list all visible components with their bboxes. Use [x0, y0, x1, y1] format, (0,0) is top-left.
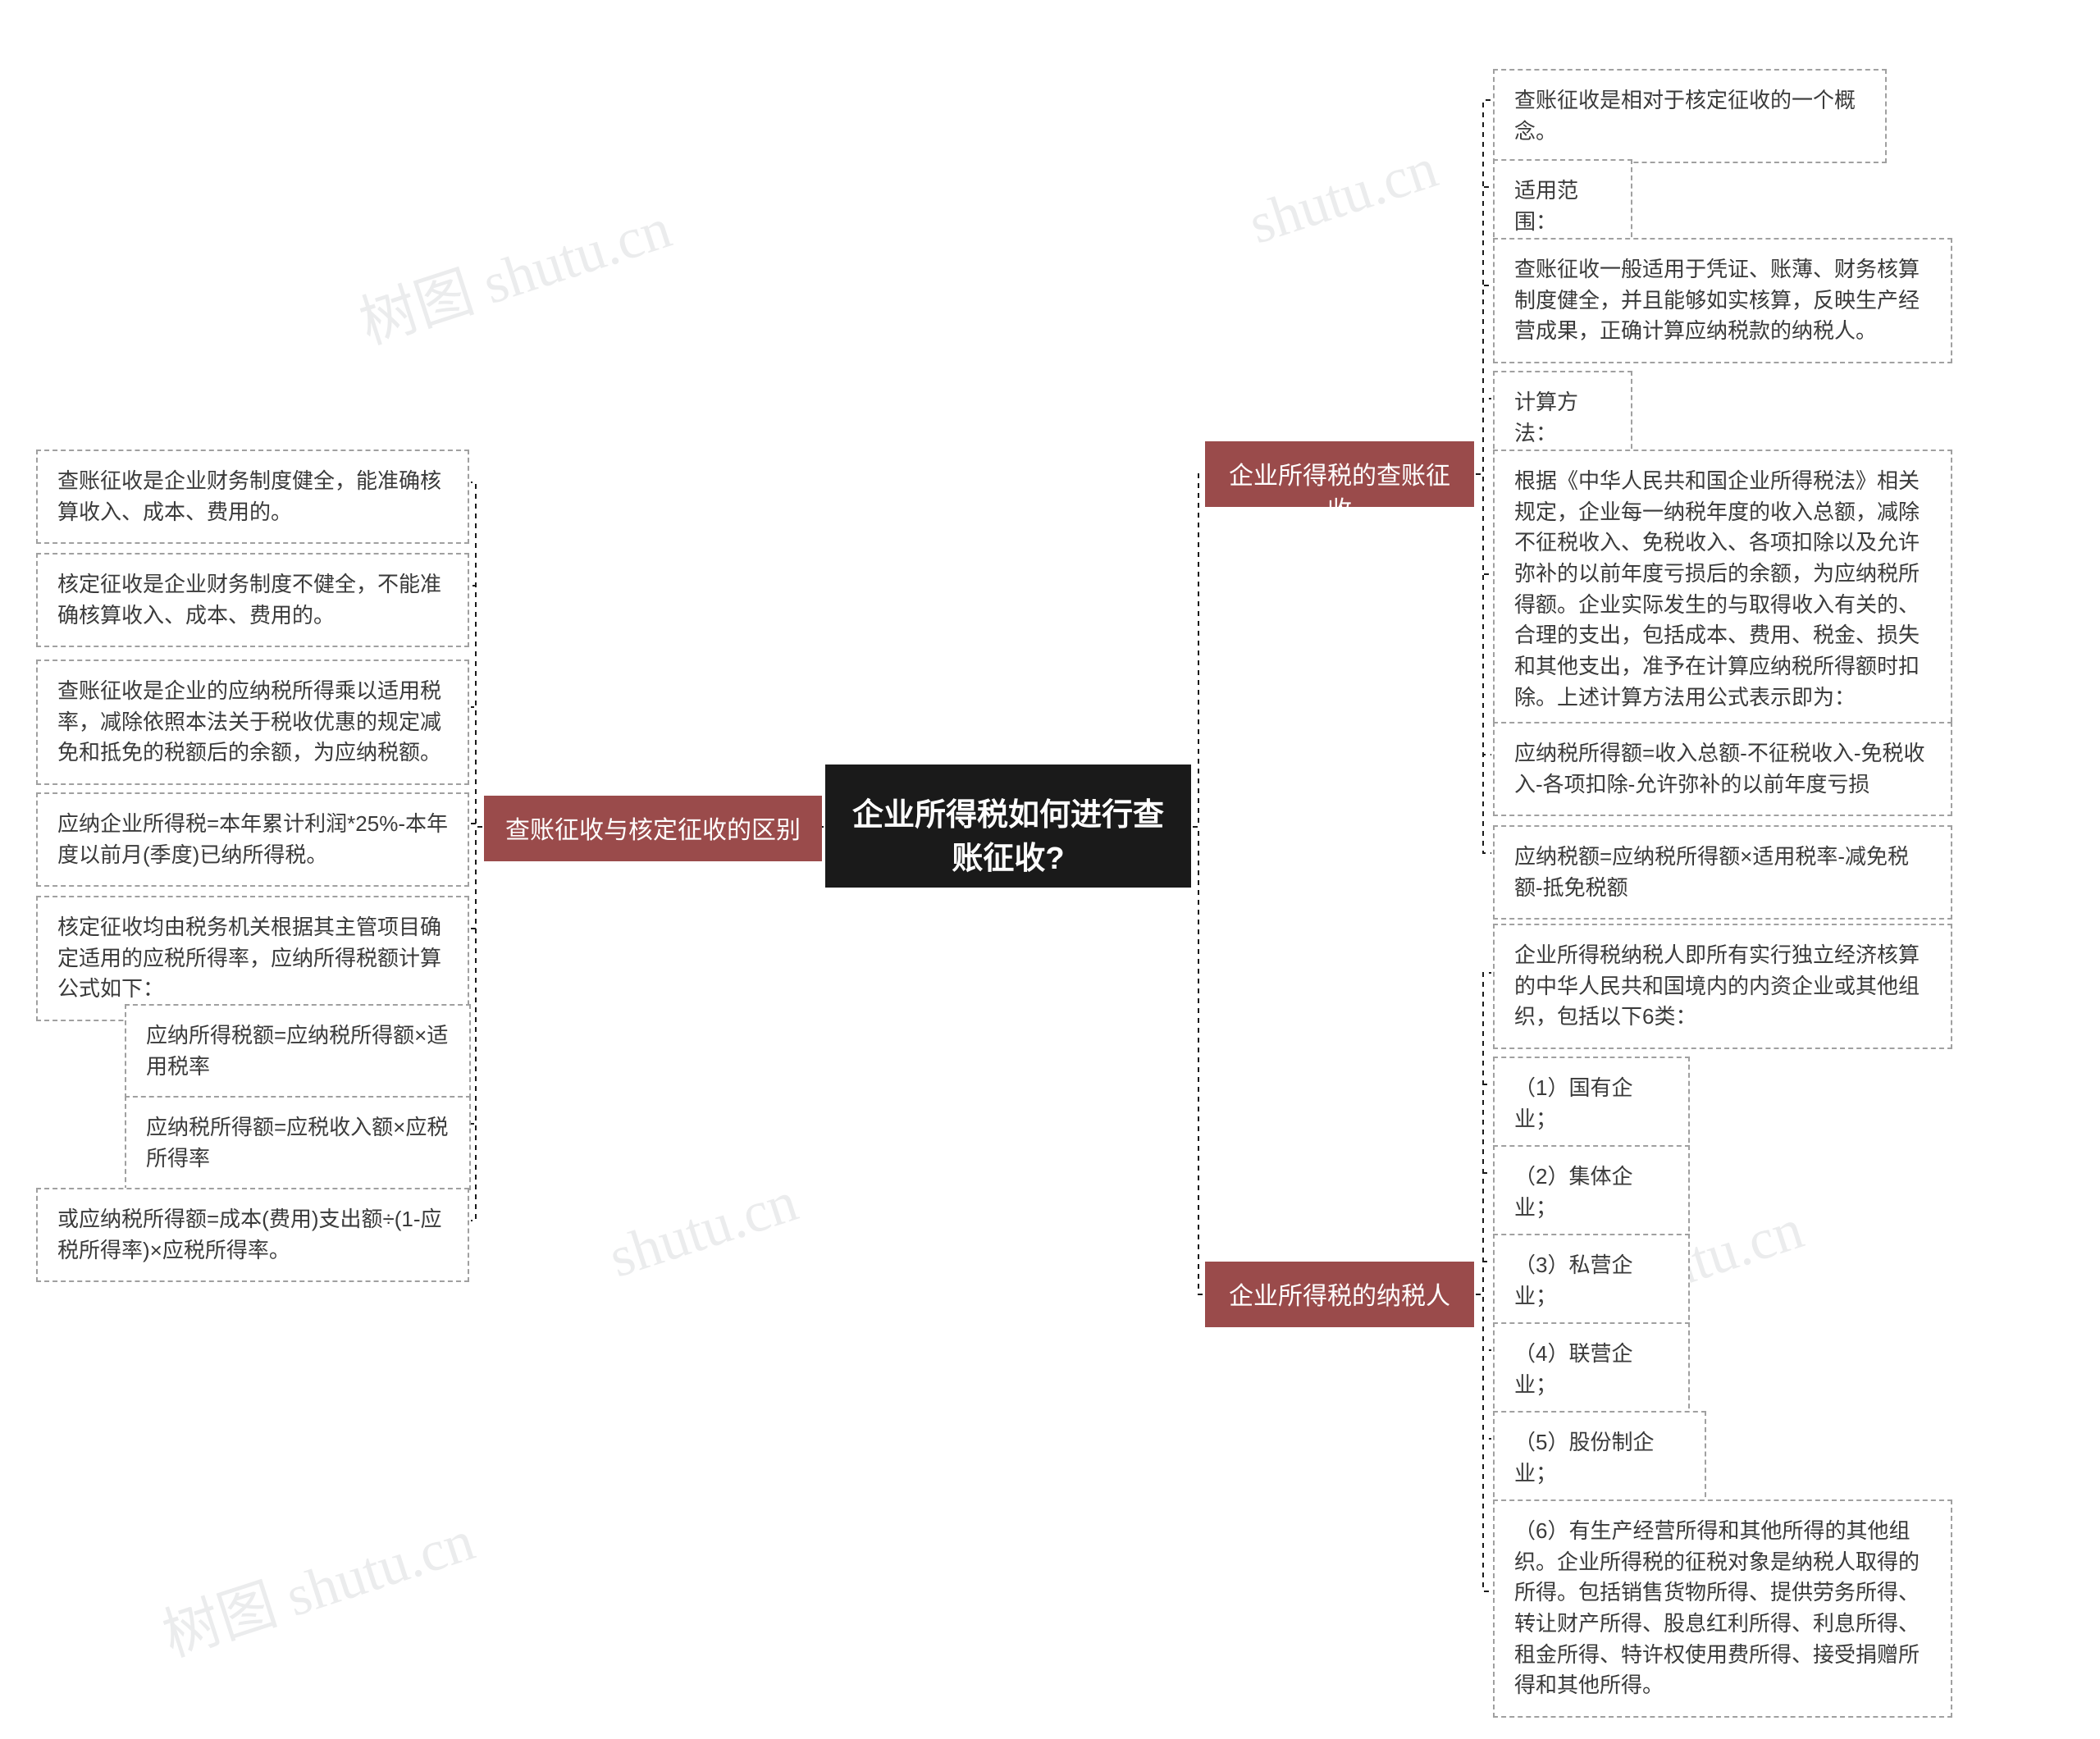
leaf-node[interactable]: 应纳企业所得税=本年累计利润*25%-本年度以前月(季度)已纳所得税。 [36, 792, 469, 887]
leaf-node[interactable]: 或应纳税所得额=成本(费用)支出额÷(1-应税所得率)×应税所得率。 [36, 1188, 469, 1282]
leaf-node[interactable]: （1）国有企业； [1493, 1057, 1690, 1151]
branch-right-bot[interactable]: 企业所得税的纳税人 [1205, 1262, 1474, 1327]
leaf-node[interactable]: 查账征收一般适用于凭证、账薄、财务核算制度健全，并且能够如实核算，反映生产经营成… [1493, 238, 1952, 363]
branch-left[interactable]: 查账征收与核定征收的区别 [484, 796, 822, 861]
leaf-node[interactable]: 应纳税额=应纳税所得额×适用税率-减免税额-抵免税额 [1493, 825, 1952, 920]
leaf-node[interactable]: 根据《中华人民共和国企业所得税法》相关规定，企业每一纳税年度的收入总额，减除不征… [1493, 450, 1952, 730]
leaf-node[interactable]: 应纳税所得额=应税收入额×应税所得率 [125, 1096, 471, 1190]
leaf-node[interactable]: 应纳税所得额=收入总额-不征税收入-免税收入-各项扣除-允许弥补的以前年度亏损 [1493, 722, 1952, 816]
watermark: shutu.cn [601, 1170, 805, 1292]
leaf-node[interactable]: 核定征收是企业财务制度不健全，不能准确核算收入、成本、费用的。 [36, 553, 469, 647]
leaf-node[interactable]: 企业所得税纳税人即所有实行独立经济核算的中华人民共和国境内的内资企业或其他组织，… [1493, 924, 1952, 1049]
leaf-node[interactable]: 核定征收均由税务机关根据其主管项目确定适用的应税所得率，应纳所得税额计算公式如下… [36, 896, 469, 1021]
leaf-node[interactable]: 查账征收是相对于核定征收的一个概念。 [1493, 69, 1887, 163]
leaf-node[interactable]: （3）私营企业； [1493, 1234, 1690, 1328]
leaf-node[interactable]: （6）有生产经营所得和其他所得的其他组织。企业所得税的征税对象是纳税人取得的所得… [1493, 1499, 1952, 1718]
watermark: 树图 shutu.cn [348, 182, 680, 360]
branch-right-top[interactable]: 企业所得税的查账征收 [1205, 441, 1474, 507]
leaf-node[interactable]: 应纳所得税额=应纳税所得额×适用税率 [125, 1004, 471, 1098]
watermark: 树图 shutu.cn [151, 1495, 483, 1673]
leaf-node[interactable]: 查账征收是企业财务制度健全，能准确核算收入、成本、费用的。 [36, 450, 469, 544]
mindmap-canvas: 树图 shutu.cn shutu.cn shutu.cn 树图 shutu.c… [0, 0, 2100, 1739]
leaf-node[interactable]: （2）集体企业； [1493, 1145, 1690, 1239]
leaf-node[interactable]: （5）股份制企业； [1493, 1411, 1706, 1505]
leaf-node[interactable]: （4）联营企业； [1493, 1322, 1690, 1417]
root-node[interactable]: 企业所得税如何进行查账征收? [825, 765, 1191, 888]
leaf-node[interactable]: 查账征收是企业的应纳税所得乘以适用税率，减除依照本法关于税收优惠的规定减免和抵免… [36, 660, 469, 785]
watermark: shutu.cn [1241, 136, 1445, 258]
